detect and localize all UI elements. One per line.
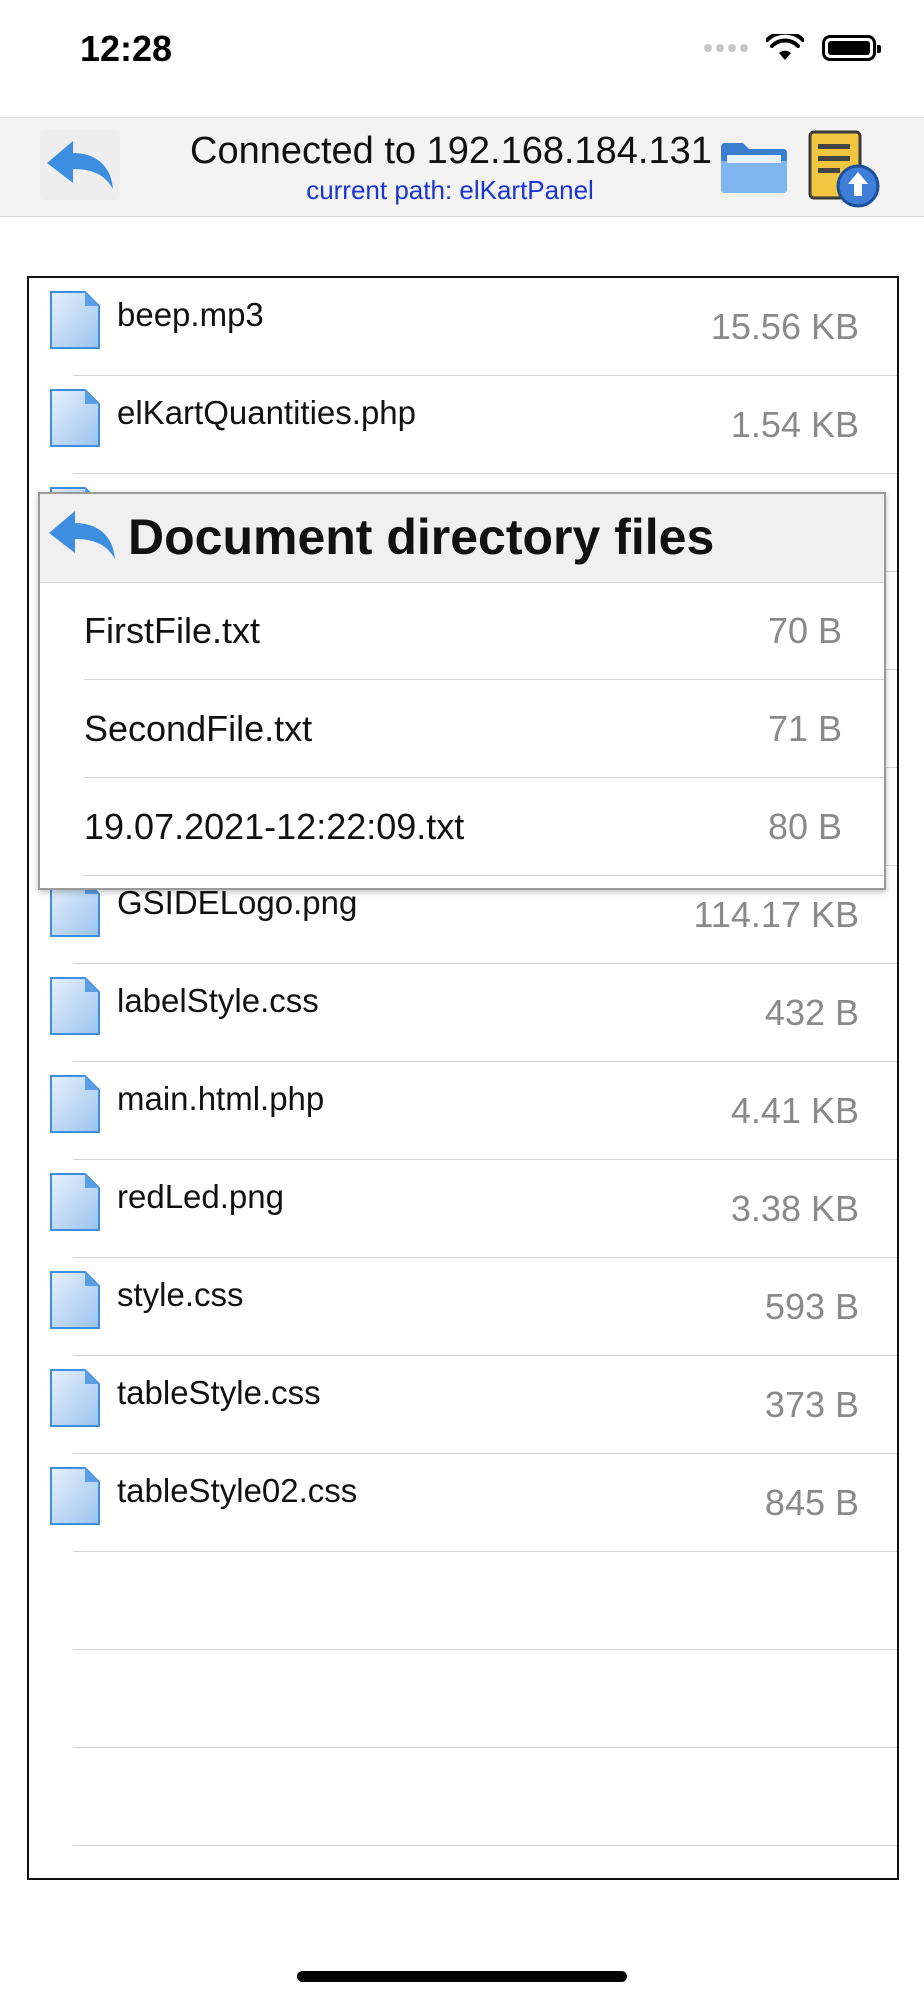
popup-file-name: FirstFile.txt	[84, 610, 260, 651]
cellular-signal-icon	[704, 44, 748, 52]
back-arrow-icon	[47, 141, 113, 189]
file-row[interactable]: beep.mp3 15.56 KB	[29, 278, 897, 376]
empty-row	[29, 1552, 897, 1650]
file-size: 3.38 KB	[730, 1188, 859, 1229]
file-icon	[49, 290, 101, 350]
popup-file-size: 80 B	[767, 806, 842, 847]
file-size: 4.41 KB	[730, 1090, 859, 1131]
file-size: 114.17 KB	[693, 894, 859, 935]
file-row[interactable]: style.css 593 B	[29, 1258, 897, 1356]
file-icon	[49, 1466, 101, 1526]
file-icon	[49, 1270, 101, 1330]
file-icon	[49, 976, 101, 1036]
file-row[interactable]: tableStyle.css 373 B	[29, 1356, 897, 1454]
file-name: redLed.png	[117, 1178, 284, 1215]
file-name: beep.mp3	[117, 296, 264, 333]
back-button[interactable]	[40, 130, 120, 200]
current-path-label: current path: elKartPanel	[306, 175, 594, 205]
popup-title: Document directory files	[128, 509, 715, 565]
file-icon	[49, 1368, 101, 1428]
file-size: 593 B	[764, 1286, 859, 1327]
popup-file-row[interactable]: FirstFile.txt 70 B	[40, 582, 884, 680]
file-row[interactable]: labelStyle.css 432 B	[29, 964, 897, 1062]
folder-icon	[721, 143, 787, 193]
nav-title-block: Connected to 192.168.184.131 current pat…	[190, 128, 712, 206]
wifi-icon	[766, 34, 804, 60]
home-indicator	[297, 1971, 627, 1982]
file-icon	[49, 1074, 101, 1134]
popup-file-size: 71 B	[767, 708, 842, 749]
file-icon	[49, 388, 101, 448]
file-name: style.css	[117, 1276, 244, 1313]
file-size: 845 B	[764, 1482, 859, 1523]
popup-header: Document directory files	[40, 494, 884, 583]
status-icons	[704, 34, 881, 62]
file-row[interactable]: main.html.php 4.41 KB	[29, 1062, 897, 1160]
battery-icon	[822, 35, 881, 61]
file-size: 15.56 KB	[710, 306, 859, 347]
back-arrow-icon	[49, 511, 115, 559]
nav-bar: Connected to 192.168.184.131 current pat…	[0, 117, 924, 217]
file-size: 432 B	[764, 992, 859, 1033]
row-divider	[84, 875, 884, 876]
file-name: elKartQuantities.php	[117, 394, 417, 431]
upload-document-icon	[808, 130, 880, 208]
empty-row	[29, 1748, 897, 1846]
popup-file-name: SecondFile.txt	[84, 708, 313, 749]
popup-file-row[interactable]: SecondFile.txt 71 B	[40, 680, 884, 778]
popup-back-button[interactable]	[42, 500, 122, 570]
status-time: 12:28	[80, 28, 173, 69]
file-row[interactable]: elKartQuantities.php 1.54 KB	[29, 376, 897, 474]
file-name: tableStyle02.css	[117, 1472, 358, 1509]
document-directory-popup: Document directory files FirstFile.txt 7…	[38, 492, 886, 890]
folder-button[interactable]	[718, 132, 790, 202]
file-icon	[49, 1172, 101, 1232]
file-name: labelStyle.css	[117, 982, 319, 1019]
popup-file-size: 70 B	[767, 610, 842, 651]
upload-button[interactable]	[804, 128, 884, 210]
file-name: main.html.php	[117, 1080, 325, 1117]
file-row[interactable]: redLed.png 3.38 KB	[29, 1160, 897, 1258]
empty-row	[29, 1650, 897, 1748]
popup-file-row[interactable]: 19.07.2021-12:22:09.txt 80 B	[40, 778, 884, 876]
file-row[interactable]: tableStyle02.css 845 B	[29, 1454, 897, 1552]
popup-file-name: 19.07.2021-12:22:09.txt	[84, 806, 465, 847]
status-bar: 12:28	[0, 0, 924, 110]
file-size: 373 B	[764, 1384, 859, 1425]
file-name: tableStyle.css	[117, 1374, 321, 1411]
file-size: 1.54 KB	[730, 404, 859, 445]
connection-title: Connected to 192.168.184.131	[190, 130, 712, 172]
row-divider	[73, 1845, 897, 1846]
